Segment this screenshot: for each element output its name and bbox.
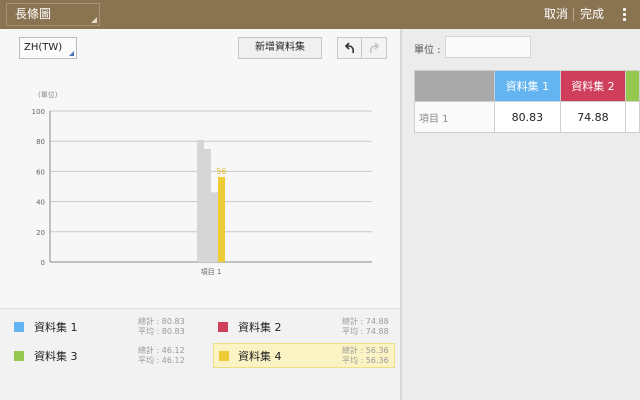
unit-input[interactable] <box>445 36 531 58</box>
undo-icon <box>344 42 355 54</box>
legend-average: 平均 : 80.83 <box>138 327 185 336</box>
y-tick-label: 20 <box>36 229 45 237</box>
undo-button[interactable] <box>337 37 362 59</box>
table-header-row: 資料集 1 資料集 2 <box>413 70 640 102</box>
bar <box>211 192 218 262</box>
legend-swatch <box>14 322 24 332</box>
more-vert-icon-dot <box>623 18 626 21</box>
legend-name: 資料集 2 <box>238 321 282 334</box>
legend-swatch <box>219 351 229 361</box>
language-dropdown[interactable]: ZH(TW) <box>19 37 77 59</box>
legend-swatch <box>218 322 228 332</box>
x-tick-label: 項目 1 <box>201 268 222 276</box>
legend-item[interactable]: 資料集 1 總計 : 80.83 平均 : 80.83 <box>14 316 194 340</box>
unit-label: 單位 : <box>414 45 441 56</box>
done-button[interactable]: 完成 <box>575 0 609 29</box>
bar <box>197 139 204 262</box>
redo-button[interactable] <box>362 37 387 59</box>
redo-icon <box>369 42 380 54</box>
data-label: 56 <box>216 167 226 176</box>
language-label: ZH(TW) <box>24 42 63 53</box>
legend-swatch <box>14 351 24 361</box>
legend-name: 資料集 4 <box>238 350 282 363</box>
y-axis-label: (單位) <box>38 90 58 99</box>
table-cell[interactable]: 74.88 <box>559 101 627 133</box>
legend-item-selected[interactable]: 資料集 4 總計 : 56.36 平均 : 56.36 <box>213 343 395 368</box>
legend-average: 平均 : 46.12 <box>138 356 185 365</box>
table-cell[interactable] <box>625 101 640 133</box>
table-header-cell[interactable]: 資料集 2 <box>559 70 627 102</box>
table-header-cell[interactable]: 資料集 1 <box>494 70 561 102</box>
dropdown-corner-icon <box>69 51 74 56</box>
table-row: 項目 1 80.83 74.88 <box>413 101 640 133</box>
legend-name: 資料集 3 <box>34 350 78 363</box>
bar <box>218 176 225 262</box>
legend-item[interactable]: 資料集 3 總計 : 46.12 平均 : 46.12 <box>14 345 194 369</box>
table-row-label[interactable]: 項目 1 <box>413 101 496 133</box>
dropdown-corner-icon <box>91 17 97 23</box>
y-tick-label: 60 <box>36 168 45 176</box>
y-tick-label: 0 <box>41 259 45 267</box>
bar-chart: (單位) 0 20 40 60 80 100 項目 1 56 <box>32 90 372 276</box>
legend-name: 資料集 1 <box>34 321 78 334</box>
more-vert-icon-dot <box>623 13 626 16</box>
bar <box>204 148 211 262</box>
legend-average: 平均 : 56.36 <box>342 356 389 365</box>
table-header-cell[interactable] <box>625 70 640 102</box>
add-dataset-button[interactable]: 新增資料集 <box>238 37 322 59</box>
more-vert-icon <box>623 8 626 11</box>
chart-type-label: 長條圖 <box>15 7 52 21</box>
y-tick-label: 80 <box>36 138 45 146</box>
table-corner-cell <box>413 70 496 102</box>
legend-total: 總計 : 80.83 <box>138 317 185 326</box>
legend-total: 總計 : 46.12 <box>138 346 185 355</box>
legend-total: 總計 : 56.36 <box>342 346 389 355</box>
more-options-button[interactable] <box>614 0 634 29</box>
data-table: 資料集 1 資料集 2 項目 1 80.83 74.88 <box>413 70 640 133</box>
toolbar-divider <box>573 8 574 21</box>
legend-total: 總計 : 74.88 <box>342 317 389 326</box>
chart-type-dropdown[interactable]: 長條圖 <box>6 3 100 26</box>
top-action-bar: 長條圖 取消 完成 <box>0 0 640 29</box>
legend-average: 平均 : 74.88 <box>342 327 389 336</box>
table-cell[interactable]: 80.83 <box>494 101 561 133</box>
cancel-button[interactable]: 取消 <box>539 0 573 29</box>
y-tick-label: 40 <box>36 199 45 207</box>
legend-item[interactable]: 資料集 2 總計 : 74.88 平均 : 74.88 <box>218 316 393 340</box>
y-tick-label: 100 <box>32 108 45 116</box>
